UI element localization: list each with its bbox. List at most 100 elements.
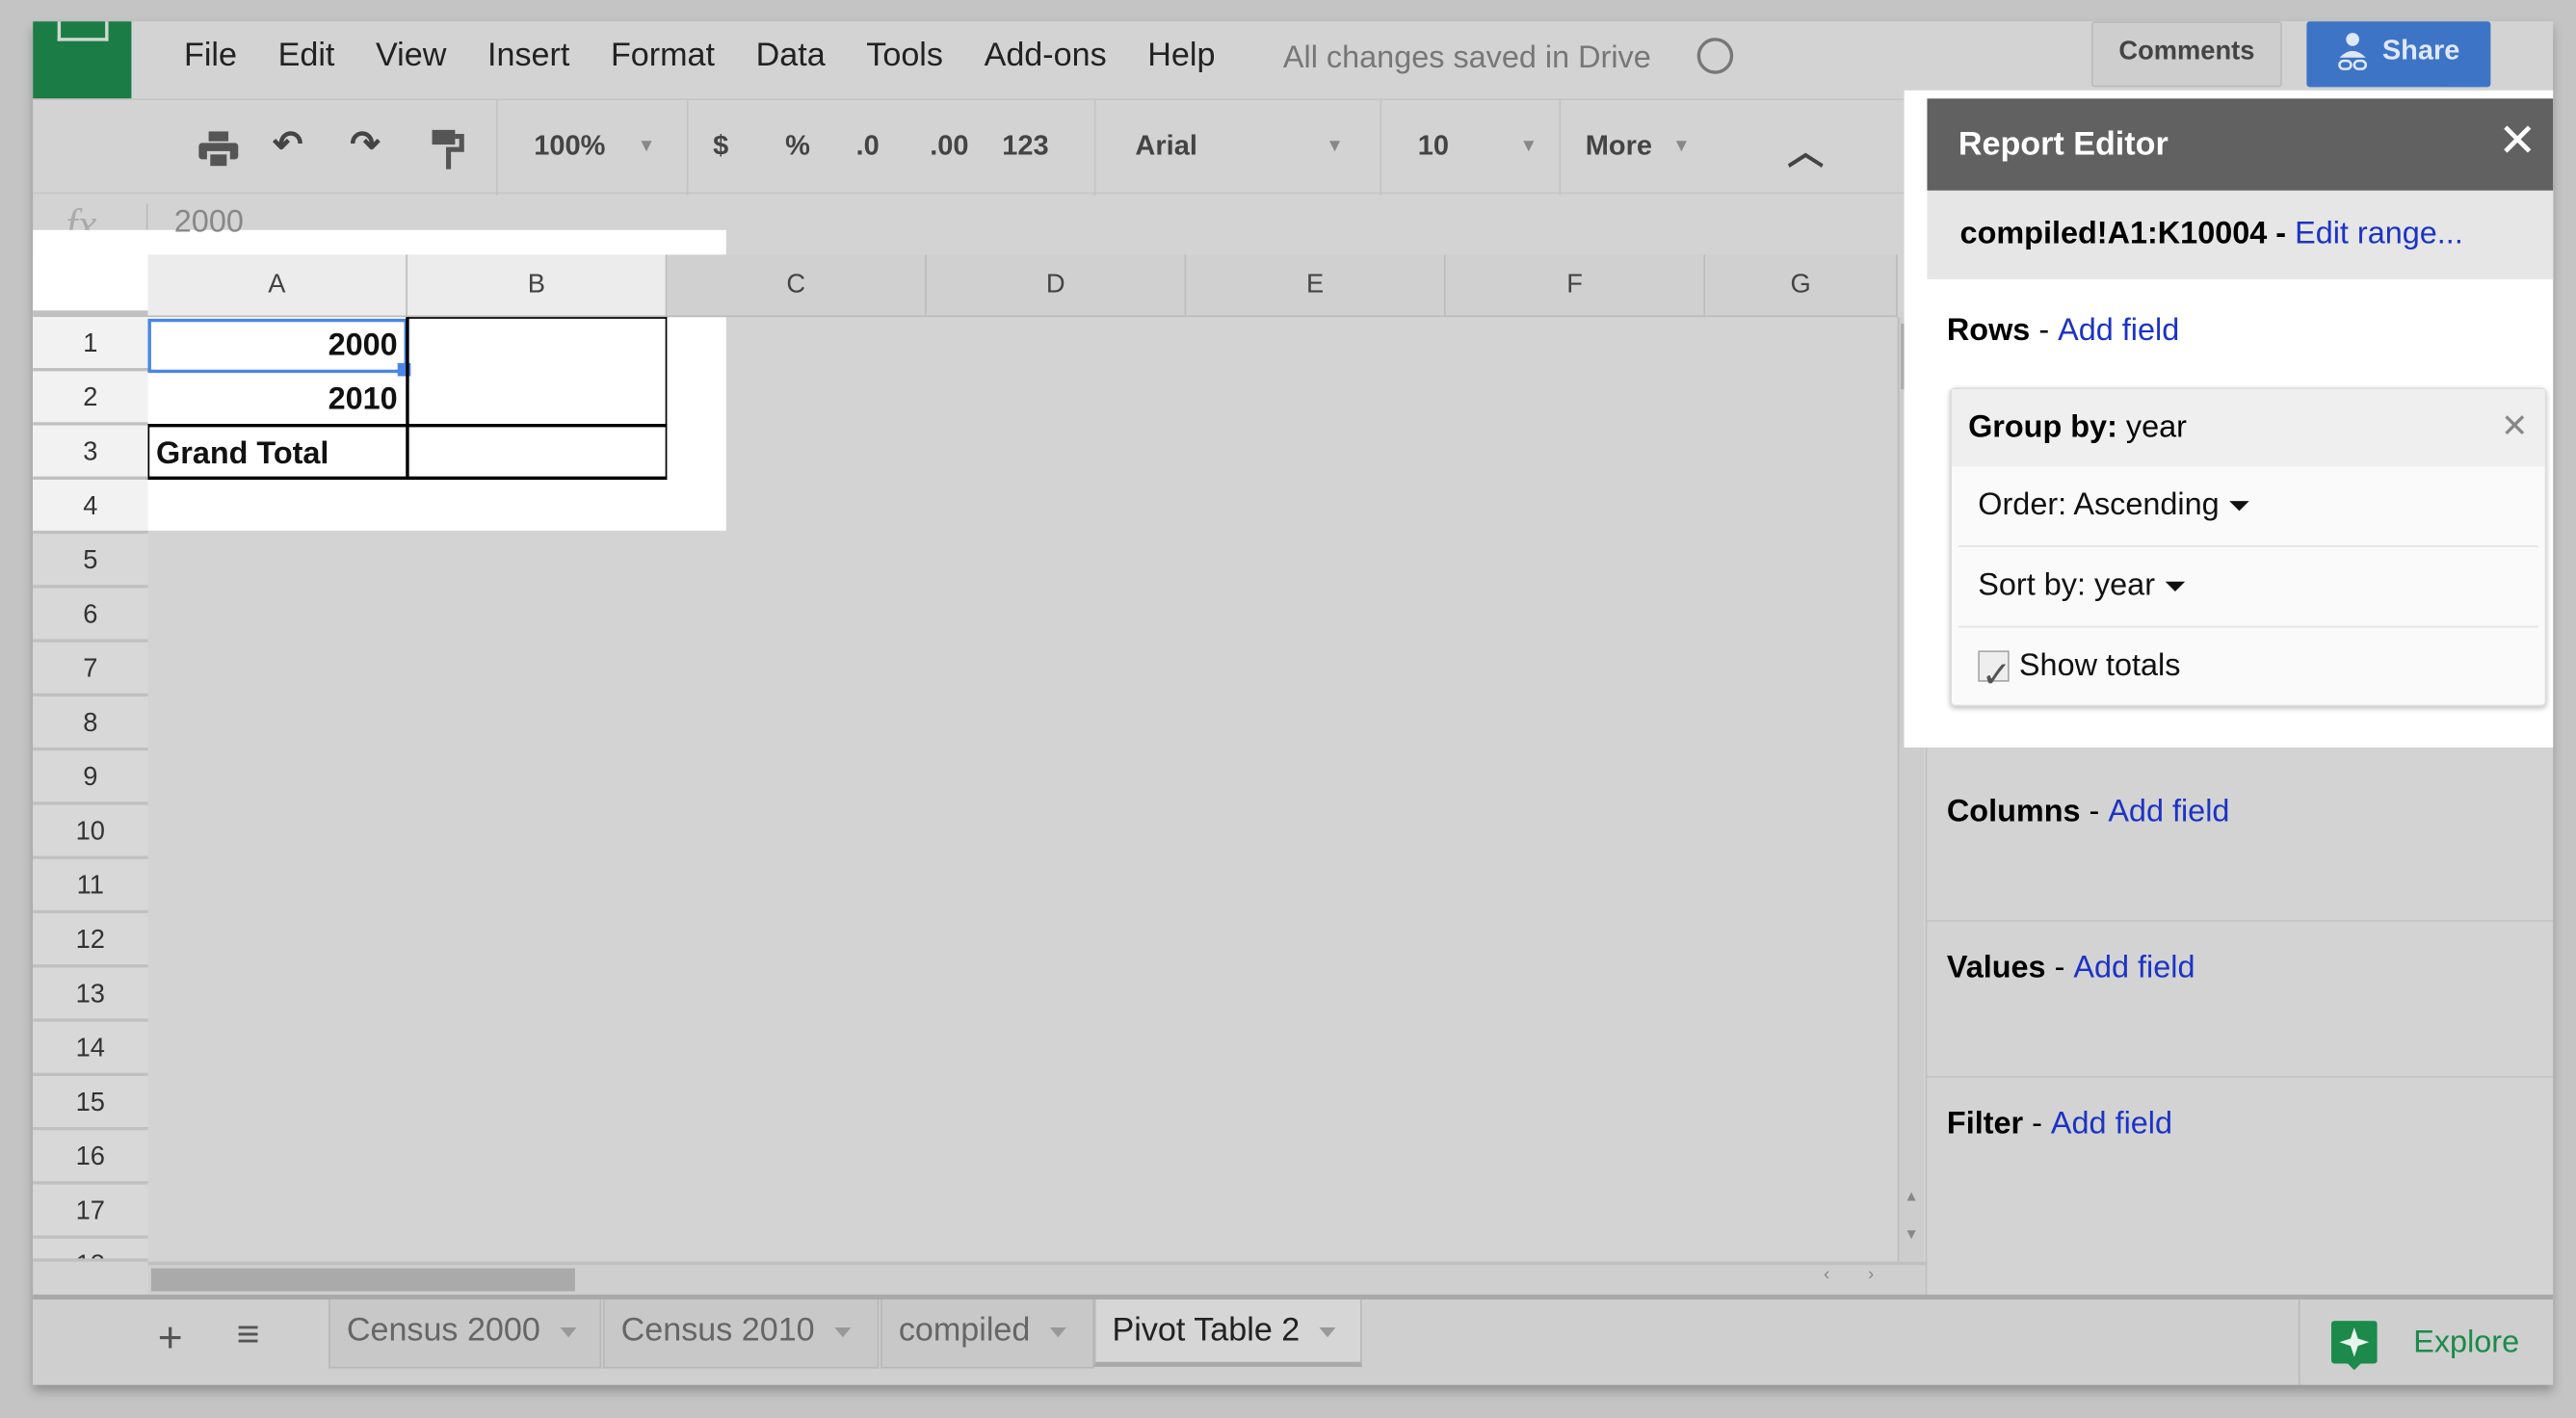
- row-header-3[interactable]: 3: [33, 425, 148, 480]
- show-totals-checkbox[interactable]: ✓: [1978, 651, 2011, 696]
- horizontal-scroll-thumb[interactable]: [150, 1268, 575, 1292]
- columns-add-field-link[interactable]: Add field: [2108, 795, 2229, 829]
- row-header-13[interactable]: 13: [33, 967, 148, 1022]
- scroll-down-icon[interactable]: ▼: [1905, 1225, 1919, 1242]
- paint-format-icon[interactable]: [432, 129, 465, 172]
- share-button[interactable]: Share: [2306, 21, 2491, 88]
- save-status[interactable]: All changes saved in Drive: [1283, 41, 1651, 78]
- menu-data[interactable]: Data: [756, 38, 826, 75]
- tab-caret-icon[interactable]: [560, 1326, 577, 1337]
- horizontal-scrollbar[interactable]: ‹ ›: [147, 1261, 1926, 1295]
- explore-icon: [2330, 1321, 2378, 1371]
- row-header-7[interactable]: 7: [33, 642, 148, 697]
- menu-bar: File Edit View Insert Format Data Tools …: [184, 38, 1256, 75]
- row-header-16[interactable]: 16: [33, 1130, 148, 1185]
- decrease-decimal-button[interactable]: .0: [856, 130, 880, 163]
- order-label: Order: Ascending: [1978, 487, 2220, 523]
- percent-button[interactable]: %: [785, 130, 810, 163]
- scroll-up-icon[interactable]: ▲: [1905, 1188, 1919, 1204]
- print-icon[interactable]: [197, 130, 240, 170]
- sheet-tab-pivot-table-2[interactable]: Pivot Table 2: [1093, 1299, 1362, 1367]
- cell-a1[interactable]: 2000: [147, 319, 398, 373]
- filter-add-field-link[interactable]: Add field: [2051, 1107, 2172, 1142]
- row-header-12[interactable]: 12: [33, 913, 148, 968]
- explore-button[interactable]: Explore: [2298, 1299, 2553, 1385]
- column-header-c[interactable]: C: [667, 254, 927, 318]
- show-totals-label: Show totals: [2018, 648, 2181, 684]
- row-header-9[interactable]: 9: [33, 750, 148, 805]
- row-header-11[interactable]: 11: [33, 858, 148, 914]
- menu-insert[interactable]: Insert: [487, 38, 569, 75]
- column-header-g[interactable]: G: [1705, 254, 1898, 318]
- menu-view[interactable]: View: [376, 38, 446, 75]
- more-button[interactable]: More: [1586, 130, 1652, 163]
- cell-a2[interactable]: 2010: [147, 373, 398, 427]
- all-sheets-menu-icon[interactable]: ≡: [237, 1313, 260, 1359]
- edit-range-link[interactable]: Edit range...: [2295, 217, 2463, 251]
- sheets-logo[interactable]: [33, 21, 132, 99]
- values-add-field-link[interactable]: Add field: [2073, 951, 2195, 985]
- menu-addons[interactable]: Add-ons: [985, 38, 1107, 75]
- comments-button[interactable]: Comments: [2090, 21, 2282, 88]
- share-person-icon: [2338, 33, 2368, 70]
- redo-icon[interactable]: ↷: [350, 123, 380, 166]
- row-header-6[interactable]: 6: [33, 588, 148, 643]
- caret-down-icon: [2228, 501, 2249, 512]
- sheet-tab-compiled[interactable]: compiled: [881, 1299, 1094, 1369]
- report-editor-panel: Report Editor ✕ compiled!A1:K10004 - Edi…: [1904, 90, 2554, 1295]
- checkmark-icon: ✓: [1981, 654, 2012, 696]
- tab-caret-icon[interactable]: [1049, 1326, 1066, 1337]
- number-format-button[interactable]: 123: [1002, 130, 1048, 163]
- font-select[interactable]: Arial: [1135, 130, 1196, 163]
- row-header-14[interactable]: 14: [33, 1021, 148, 1077]
- row-header-17[interactable]: 17: [33, 1184, 148, 1239]
- rows-add-field-link[interactable]: Add field: [2058, 314, 2179, 349]
- collapse-chevron-up-icon[interactable]: ︿: [1787, 123, 1824, 176]
- scroll-right-icon[interactable]: ›: [1868, 1265, 1874, 1284]
- menu-file[interactable]: File: [184, 38, 237, 75]
- sheet-tab-census-2000[interactable]: Census 2000: [329, 1299, 602, 1369]
- column-header-a[interactable]: A: [147, 254, 407, 318]
- order-dropdown[interactable]: Order: Ascending: [1958, 466, 2538, 547]
- remove-field-close-icon[interactable]: ✕: [2501, 389, 2529, 466]
- tab-label: Census 2010: [620, 1312, 815, 1350]
- revision-history-icon[interactable]: [1696, 38, 1734, 74]
- increase-decimal-button[interactable]: .00: [930, 130, 968, 163]
- filter-label: Filter: [1946, 1107, 2024, 1142]
- row-header-15[interactable]: 15: [33, 1076, 148, 1131]
- tab-label: Pivot Table 2: [1112, 1312, 1301, 1350]
- menu-edit[interactable]: Edit: [278, 38, 335, 75]
- cell-a3[interactable]: Grand Total: [156, 427, 329, 481]
- font-size-select[interactable]: 10: [1418, 130, 1449, 163]
- row-header-5[interactable]: 5: [33, 534, 148, 589]
- scroll-left-icon[interactable]: ‹: [1824, 1265, 1829, 1284]
- menu-format[interactable]: Format: [611, 38, 715, 75]
- sheet-tabs-bar: + ≡ Census 2000 Census 2010 compiled Piv…: [33, 1294, 2554, 1385]
- zoom-select[interactable]: 100%: [534, 130, 605, 163]
- tab-caret-icon[interactable]: [1319, 1326, 1336, 1337]
- tab-caret-icon[interactable]: [834, 1326, 852, 1337]
- currency-button[interactable]: $: [713, 130, 728, 163]
- row-header-1[interactable]: 1: [33, 317, 148, 372]
- row-header-10[interactable]: 10: [33, 804, 148, 859]
- row-header-4[interactable]: 4: [33, 479, 148, 535]
- explore-label: Explore: [2413, 1326, 2520, 1361]
- select-all-corner[interactable]: [33, 254, 148, 318]
- menu-help[interactable]: Help: [1147, 38, 1215, 75]
- row-header-18[interactable]: 18: [33, 1238, 148, 1262]
- sort-by-dropdown[interactable]: Sort by: year: [1958, 547, 2538, 628]
- column-header-b[interactable]: B: [407, 254, 668, 318]
- column-header-f[interactable]: F: [1445, 254, 1706, 318]
- menu-tools[interactable]: Tools: [866, 38, 943, 75]
- add-sheet-plus-icon[interactable]: +: [158, 1313, 183, 1364]
- sheet-tab-census-2010[interactable]: Census 2010: [602, 1299, 880, 1369]
- row-header-2[interactable]: 2: [33, 371, 148, 426]
- close-icon[interactable]: ✕: [2498, 118, 2537, 165]
- column-header-e[interactable]: E: [1186, 254, 1446, 318]
- sort-label: Sort by: year: [1978, 568, 2156, 603]
- columns-section: Columns - Add field: [1927, 795, 2553, 831]
- undo-icon[interactable]: ↶: [273, 123, 302, 166]
- column-header-d[interactable]: D: [926, 254, 1187, 318]
- row-header-8[interactable]: 8: [33, 696, 148, 751]
- formula-input[interactable]: 2000: [174, 205, 244, 242]
